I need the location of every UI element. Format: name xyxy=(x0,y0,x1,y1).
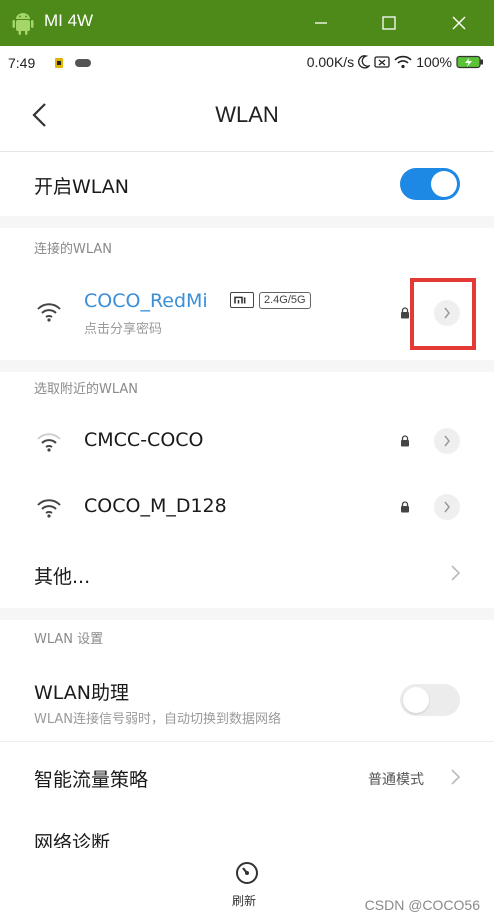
status-right: 0.00K/s 100% xyxy=(307,54,484,70)
maximize-icon xyxy=(382,16,396,30)
nearby-network-row[interactable]: CMCC-COCO xyxy=(0,408,494,474)
section-divider xyxy=(0,216,494,228)
minimize-icon xyxy=(315,22,327,24)
moon-icon xyxy=(358,55,371,69)
chevron-right-icon xyxy=(444,435,450,447)
notification-icon xyxy=(55,58,63,68)
settings-section-header: WLAN 设置 xyxy=(34,632,104,647)
wlan-toggle-row[interactable]: 开启WLAN xyxy=(0,152,494,216)
wifi-signal-icon xyxy=(37,499,61,518)
maximize-button[interactable] xyxy=(366,0,412,46)
lock-icon xyxy=(401,501,409,513)
band-badge: 2.4G/5G xyxy=(259,292,311,309)
wlan-assistant-row[interactable]: WLAN助理 WLAN连接信号弱时，自动切换到数据网络 xyxy=(0,662,494,742)
wlan-assistant-switch[interactable] xyxy=(400,684,460,716)
wlan-assistant-desc: WLAN连接信号弱时，自动切换到数据网络 xyxy=(34,712,282,727)
chevron-right-icon xyxy=(451,769,461,785)
traffic-strategy-label: 智能流量策略 xyxy=(34,769,149,791)
other-network-row[interactable]: 其他... xyxy=(0,540,494,606)
share-password-hint: 点击分享密码 xyxy=(84,322,163,337)
traffic-strategy-row[interactable]: 智能流量策略 普通模式 xyxy=(0,744,494,810)
game-controller-icon xyxy=(75,59,91,67)
chevron-right-icon xyxy=(444,501,450,513)
status-bar: 7:49 0.00K/s 100% xyxy=(0,46,494,80)
window-title: MI 4W xyxy=(44,11,94,30)
switch-knob xyxy=(431,171,457,197)
wifi-status-icon xyxy=(394,55,412,69)
page-title: WLAN xyxy=(215,102,279,127)
section-divider xyxy=(0,608,494,620)
lock-icon xyxy=(401,435,409,447)
mi-logo-icon xyxy=(230,292,254,308)
other-network-label: 其他... xyxy=(34,566,91,588)
android-icon xyxy=(12,13,34,35)
highlight-box xyxy=(410,278,476,350)
refresh-icon[interactable] xyxy=(234,860,260,886)
status-time: 7:49 xyxy=(8,55,36,71)
wlan-assistant-label: WLAN助理 xyxy=(34,682,130,704)
lock-icon xyxy=(401,307,409,319)
connected-ssid: COCO_RedMi xyxy=(84,290,208,312)
watermark: CSDN @COCO56 xyxy=(364,897,480,913)
network-speed: 0.00K/s xyxy=(306,54,355,70)
section-divider xyxy=(0,360,494,372)
chevron-right-icon xyxy=(451,565,461,581)
network-detail-button[interactable] xyxy=(434,428,460,454)
network-detail-button[interactable] xyxy=(434,494,460,520)
close-button[interactable] xyxy=(436,0,482,46)
minimize-button[interactable] xyxy=(298,0,344,46)
page-header: WLAN xyxy=(0,80,494,152)
refresh-label[interactable]: 刷新 xyxy=(232,892,256,909)
nearby-ssid: CMCC-COCO xyxy=(84,429,204,451)
wlan-toggle-label: 开启WLAN xyxy=(34,176,130,198)
switch-knob xyxy=(403,687,429,713)
nearby-ssid: COCO_M_D128 xyxy=(84,495,227,517)
connected-section-header: 连接的WLAN xyxy=(34,242,113,257)
wifi-weak-icon xyxy=(37,433,61,452)
battery-icon xyxy=(456,55,483,69)
traffic-strategy-value: 普通模式 xyxy=(368,772,424,788)
window-titlebar: MI 4W xyxy=(0,0,494,46)
wifi-signal-icon xyxy=(37,303,61,322)
nearby-network-row[interactable]: COCO_M_D128 xyxy=(0,474,494,540)
nearby-section-header: 选取附近的WLAN xyxy=(34,382,139,397)
battery-percent: 100% xyxy=(416,54,452,70)
sim-off-icon xyxy=(374,56,390,68)
wlan-switch[interactable] xyxy=(400,168,460,200)
close-icon xyxy=(452,16,466,30)
